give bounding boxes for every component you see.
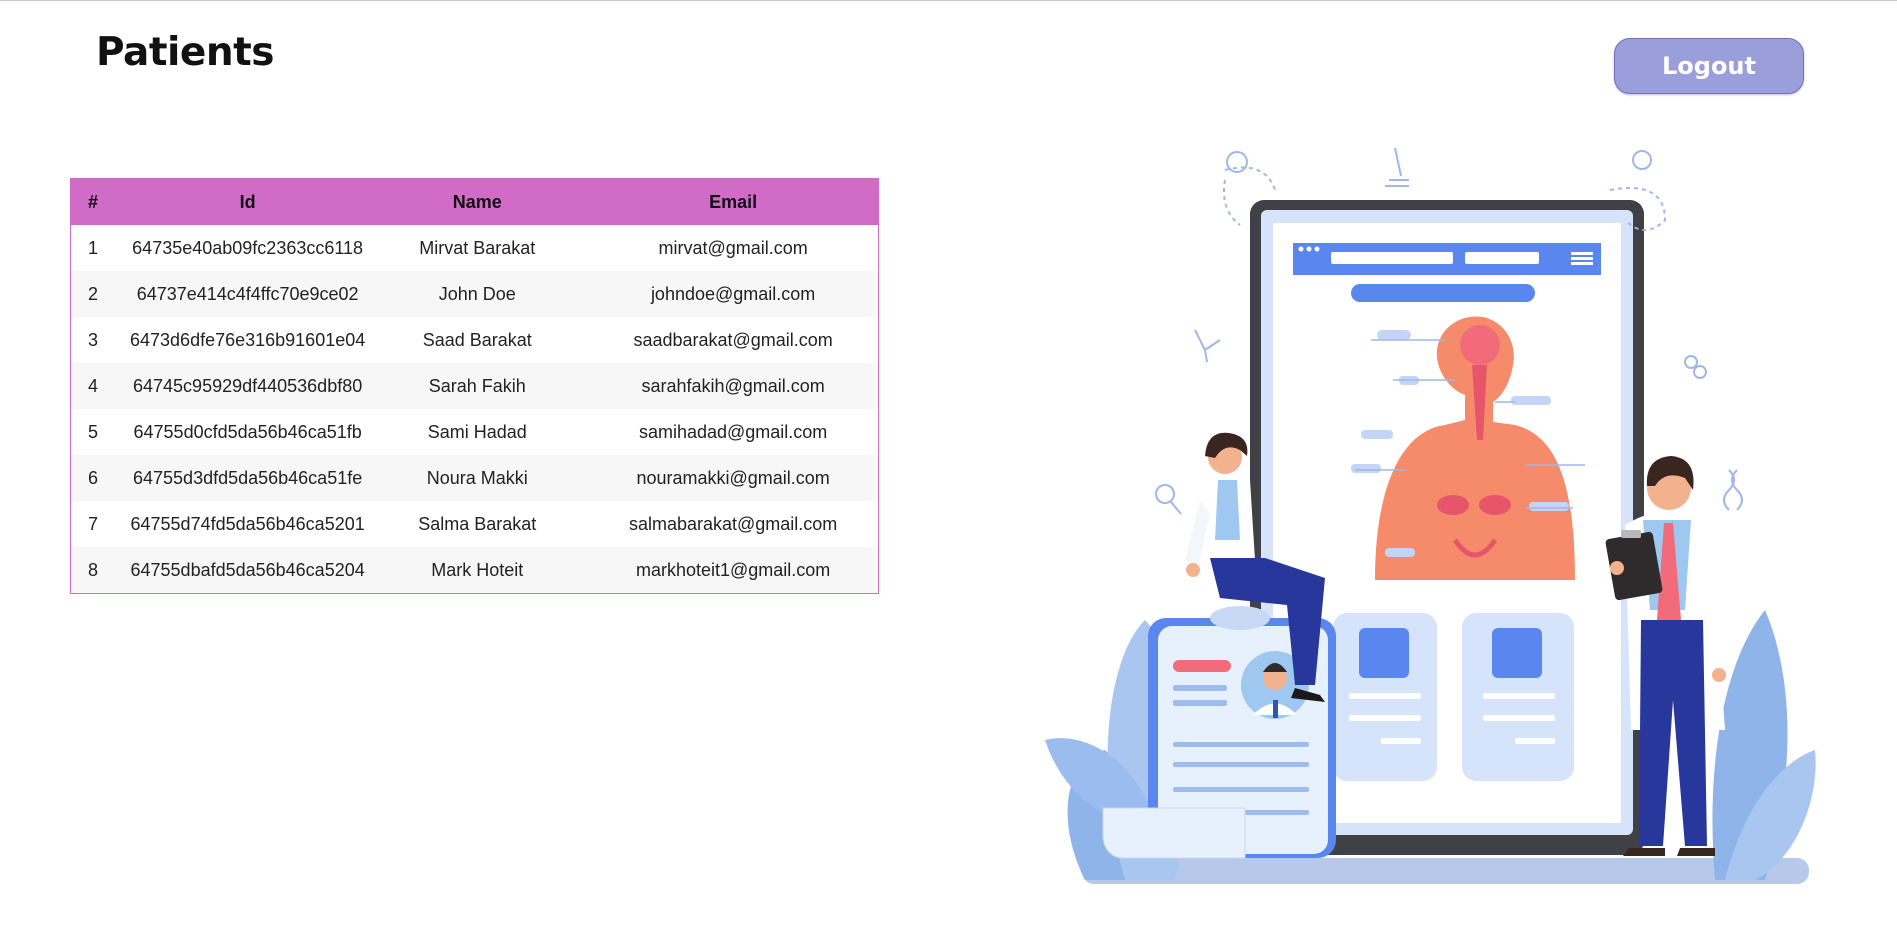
patient-id: 64735e40ab09fc2363cc6118 xyxy=(132,237,364,258)
row-number: 7 xyxy=(88,513,99,534)
magnifier-icon xyxy=(1155,484,1175,504)
patient-name: John Doe xyxy=(438,283,516,304)
patient-email: salmabarakat@gmail.com xyxy=(628,513,838,534)
table-row[interactable]: 7 64755d74fd5da56b46ca5201 Salma Barakat… xyxy=(71,501,878,547)
patient-id: 64755dbafd5da56b46ca5204 xyxy=(130,559,365,580)
column-header-number[interactable]: # xyxy=(71,179,129,225)
row-number: 4 xyxy=(88,375,99,396)
table-row[interactable]: 5 64755d0cfd5da56b46ca51fb Sami Hadad sa… xyxy=(71,409,878,455)
microscope-icon xyxy=(1385,147,1409,187)
patient-email: samihadad@gmail.com xyxy=(638,421,828,442)
patient-name: Mirvat Barakat xyxy=(419,237,536,258)
row-number: 6 xyxy=(88,467,99,488)
virus-icon xyxy=(1226,151,1248,173)
patient-name: Sami Hadad xyxy=(427,421,527,442)
page-title: Patients xyxy=(96,30,274,75)
column-header-name[interactable]: Name xyxy=(366,179,588,225)
top-border xyxy=(0,0,1897,1)
column-header-id[interactable]: Id xyxy=(129,179,366,225)
medical-tablet-illustration xyxy=(1045,147,1816,884)
patient-id: 6473d6dfe76e316b91601e04 xyxy=(130,329,366,350)
table-row[interactable]: 1 64735e40ab09fc2363cc6118 Mirvat Baraka… xyxy=(71,225,878,271)
table-row[interactable]: 8 64755dbafd5da56b46ca5204 Mark Hoteit m… xyxy=(71,547,878,593)
patient-email: nouramakki@gmail.com xyxy=(636,467,830,488)
molecule-icon xyxy=(1194,329,1221,363)
patient-email: johndoe@gmail.com xyxy=(650,283,816,304)
patient-email: markhoteit1@gmail.com xyxy=(635,559,831,580)
column-header-email[interactable]: Email xyxy=(588,179,878,225)
table-row[interactable]: 2 64737e414c4f4ffc70e9ce02 John Doe john… xyxy=(71,271,878,317)
row-number: 1 xyxy=(88,237,99,258)
patient-email: sarahfakih@gmail.com xyxy=(641,375,825,396)
hexagon-molecule-icon xyxy=(1684,355,1698,369)
patient-name: Noura Makki xyxy=(426,467,528,488)
patients-table: # Id Name Email 1 64735e40ab09fc2363cc61… xyxy=(70,178,879,594)
lightbulb-icon xyxy=(1632,150,1652,170)
patient-name: Sarah Fakih xyxy=(428,375,526,396)
table-body: 1 64735e40ab09fc2363cc6118 Mirvat Baraka… xyxy=(71,225,878,593)
table-row[interactable]: 4 64745c95929df440536dbf80 Sarah Fakih s… xyxy=(71,363,878,409)
patient-name: Saad Barakat xyxy=(422,329,532,350)
patient-email: saadbarakat@gmail.com xyxy=(633,329,833,350)
table-header-row: # Id Name Email xyxy=(71,179,878,225)
patient-id: 64737e414c4f4ffc70e9ce02 xyxy=(136,283,359,304)
patient-id: 64755d3dfd5da56b46ca51fe xyxy=(133,467,363,488)
row-number: 2 xyxy=(88,283,99,304)
floor-shadow xyxy=(1082,858,1809,884)
patient-id: 64755d74fd5da56b46ca5201 xyxy=(130,513,365,534)
row-number: 3 xyxy=(88,329,99,350)
patient-name: Salma Barakat xyxy=(418,513,537,534)
table-row[interactable]: 3 6473d6dfe76e316b91601e04 Saad Barakat … xyxy=(71,317,878,363)
right-leaves-icon xyxy=(1712,610,1816,880)
patient-email: mirvat@gmail.com xyxy=(658,237,808,258)
logout-button[interactable]: Logout xyxy=(1614,38,1804,94)
row-number: 8 xyxy=(88,559,99,580)
patient-name: Mark Hoteit xyxy=(431,559,524,580)
table-row[interactable]: 6 64755d3dfd5da56b46ca51fe Noura Makki n… xyxy=(71,455,878,501)
patient-id: 64745c95929df440536dbf80 xyxy=(133,375,363,396)
dna-icon xyxy=(1723,469,1743,511)
row-number: 5 xyxy=(88,421,99,442)
patient-id: 64755d0cfd5da56b46ca51fb xyxy=(133,421,362,442)
